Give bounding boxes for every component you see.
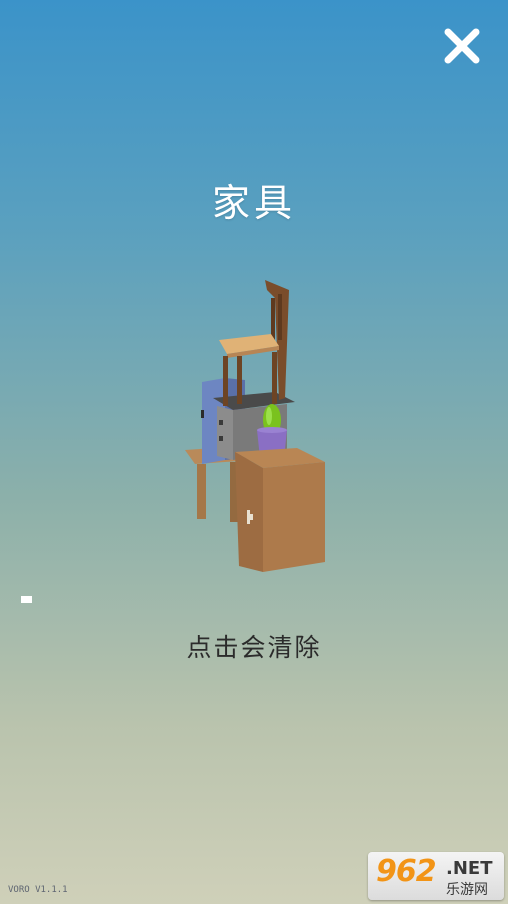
cabinet-icon[interactable] <box>235 448 325 572</box>
game-screen: 家具 点击会清除 VORO V1.1.1 962 .NET 乐游网 <box>0 0 508 904</box>
close-icon[interactable] <box>438 22 486 70</box>
watermark-net: .NET <box>446 858 493 879</box>
version-label: VORO V1.1.1 <box>8 885 68 895</box>
white-speck <box>21 596 32 603</box>
hint-text: 点击会清除 <box>186 633 322 662</box>
watermark-number: 962 <box>376 854 437 889</box>
watermark-logo: 962 .NET 乐游网 <box>368 852 504 900</box>
page-title: 家具 <box>211 181 296 225</box>
furniture-stack[interactable] <box>175 270 345 580</box>
watermark-cn: 乐游网 <box>446 882 488 898</box>
